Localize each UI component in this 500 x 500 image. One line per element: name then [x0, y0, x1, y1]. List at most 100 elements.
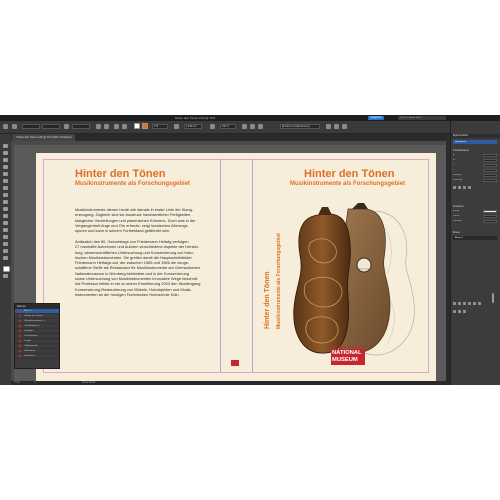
museum-logo[interactable]: GERMANISCHES NATIONAL MUSEUM	[331, 345, 365, 365]
fitting-icon[interactable]	[326, 124, 331, 129]
layer-label: <Rechteck>	[24, 350, 36, 352]
stroke-weight-field[interactable]: 0 Pt	[152, 124, 168, 129]
align-right-icon[interactable]	[463, 302, 466, 305]
type-tool-icon[interactable]	[3, 172, 8, 176]
align-icon[interactable]	[250, 124, 255, 129]
eyedropper-tool-icon[interactable]	[3, 242, 8, 246]
flip-icon[interactable]	[104, 124, 109, 129]
height-input[interactable]	[483, 159, 497, 162]
gradient-tool-icon[interactable]	[3, 228, 8, 232]
opacity-label: Deckkraft	[453, 220, 462, 222]
fill-input[interactable]	[483, 210, 497, 213]
align-bottom-icon[interactable]	[478, 302, 481, 305]
home-icon[interactable]	[3, 124, 8, 129]
align-center-icon[interactable]	[458, 302, 461, 305]
spine-title[interactable]: Hinter den Tönen	[264, 271, 271, 329]
pasteboard[interactable]: Hinter den Tönen Musikinstrumente als Fo…	[14, 145, 446, 381]
back-cover-paragraph-2[interactable]: Anlässlich des 80. Geburtstags von Fried…	[75, 239, 227, 297]
rectangle-frame-tool-icon[interactable]	[3, 200, 8, 204]
back-cover-paragraph-1[interactable]: Musikinstrumente dienen heute wie damals…	[75, 207, 227, 233]
status-bar: 71 % 1 Keine Fehler	[12, 381, 446, 385]
align-top-icon[interactable]	[468, 302, 471, 305]
stroke-swatch[interactable]	[142, 123, 148, 129]
select-content-icon[interactable]	[122, 124, 127, 129]
rotate-ccw-icon[interactable]	[468, 186, 471, 189]
front-cover-subtitle[interactable]: Musikinstrumente als Forschungsgebiet	[290, 181, 405, 187]
layer-label: <Logo>	[24, 340, 32, 342]
layer-color-icon	[19, 330, 21, 332]
flip-horizontal-icon[interactable]	[453, 186, 456, 189]
x-field[interactable]	[22, 124, 40, 129]
fill-swatch[interactable]	[134, 123, 140, 129]
hand-tool-icon[interactable]	[3, 249, 8, 253]
content-fit-icon[interactable]	[334, 124, 339, 129]
spine-museum-logo[interactable]	[231, 360, 239, 366]
rotation-input[interactable]	[483, 174, 497, 177]
frame-width-field[interactable]: 4,233 mm	[184, 124, 202, 129]
page-number[interactable]: 1	[34, 381, 35, 385]
y-field[interactable]	[42, 124, 60, 129]
zoom-tool-icon[interactable]	[3, 256, 8, 260]
document-tab[interactable]: *Hinter den Tönen.indd @ 71% [GPU-Vorsch…	[12, 134, 76, 141]
fill-stroke-icon[interactable]	[3, 266, 10, 272]
free-transform-tool-icon[interactable]	[3, 221, 8, 225]
back-cover-title[interactable]: Hinter den Tönen	[75, 168, 165, 180]
width-label: B:	[453, 154, 455, 156]
pathfinder-icon[interactable]	[463, 310, 466, 313]
selected-item[interactable]: Hintergrund	[453, 140, 497, 144]
distribute-horizontal-icon[interactable]	[453, 310, 456, 313]
layer-select[interactable]: Ebene 1	[453, 236, 497, 240]
front-cover-title[interactable]: Hinter den Tönen	[304, 168, 394, 180]
reference-point-icon[interactable]	[12, 124, 17, 129]
align-middle-icon[interactable]	[473, 302, 476, 305]
width-input[interactable]	[483, 154, 497, 157]
scissors-tool-icon[interactable]	[3, 214, 8, 218]
pencil-tool-icon[interactable]	[3, 193, 8, 197]
flip-vertical-icon[interactable]	[458, 186, 461, 189]
pen-tool-icon[interactable]	[3, 186, 8, 190]
back-cover-subtitle[interactable]: Musikinstrumente als Forschungsgebiet	[75, 181, 190, 187]
rotate-icon[interactable]	[96, 124, 101, 129]
instrument-image[interactable]	[288, 203, 423, 363]
page-tool-icon[interactable]	[3, 158, 8, 162]
y-input[interactable]	[483, 169, 497, 172]
search-input[interactable]: Suche in Adobe Stock	[398, 116, 446, 120]
distribute-icon[interactable]	[258, 124, 263, 129]
y-label: Y:	[453, 169, 455, 171]
shear-input[interactable]	[483, 179, 497, 182]
appearance-section-title: Aussehen	[453, 205, 464, 208]
opacity-input[interactable]	[483, 220, 497, 223]
selection-tool-icon[interactable]	[3, 144, 8, 148]
x-input[interactable]	[483, 164, 497, 167]
direct-selection-tool-icon[interactable]	[3, 151, 8, 155]
preflight-status[interactable]: Keine Fehler	[82, 381, 96, 385]
rotate-cw-icon[interactable]	[463, 186, 466, 189]
shear-label: Scherung	[453, 179, 462, 181]
rectangle-tool-icon[interactable]	[3, 207, 8, 211]
screen-mode-icon[interactable]	[3, 274, 8, 278]
layer-label: <Grafikrahmen>	[24, 325, 40, 327]
gap-tool-icon[interactable]	[3, 165, 8, 169]
width-field[interactable]	[72, 124, 90, 129]
select-container-icon[interactable]	[114, 124, 119, 129]
text-wrap-icon[interactable]	[242, 124, 247, 129]
effects-icon[interactable]	[210, 124, 215, 129]
properties-panel-title[interactable]: Eigenschaften	[453, 134, 468, 138]
panel-scrollbar[interactable]	[492, 293, 494, 303]
zoom-level[interactable]: 71 %	[14, 381, 19, 385]
opacity-field[interactable]: 100 %	[220, 124, 236, 129]
stroke-input[interactable]	[483, 215, 497, 218]
object-style-select[interactable]: [Einfacher Grafikrahmen]+	[280, 124, 320, 129]
note-tool-icon[interactable]	[3, 235, 8, 239]
constrain-icon[interactable]	[64, 124, 69, 129]
align-left-icon[interactable]	[453, 302, 456, 305]
distribute-vertical-icon[interactable]	[458, 310, 461, 313]
auto-fit-icon[interactable]	[342, 124, 347, 129]
line-tool-icon[interactable]	[3, 179, 8, 183]
share-button[interactable]: Freigeben	[368, 116, 384, 120]
stroke-type-icon[interactable]	[174, 124, 179, 129]
spine-subtitle[interactable]: Musikinstrumente als Forschungsgebiet	[276, 233, 282, 329]
rotation-label: Drehung	[453, 174, 461, 176]
cover-spread[interactable]: Hinter den Tönen Musikinstrumente als Fo…	[36, 153, 436, 381]
layer-row[interactable]: <Rechteck>	[15, 354, 59, 359]
